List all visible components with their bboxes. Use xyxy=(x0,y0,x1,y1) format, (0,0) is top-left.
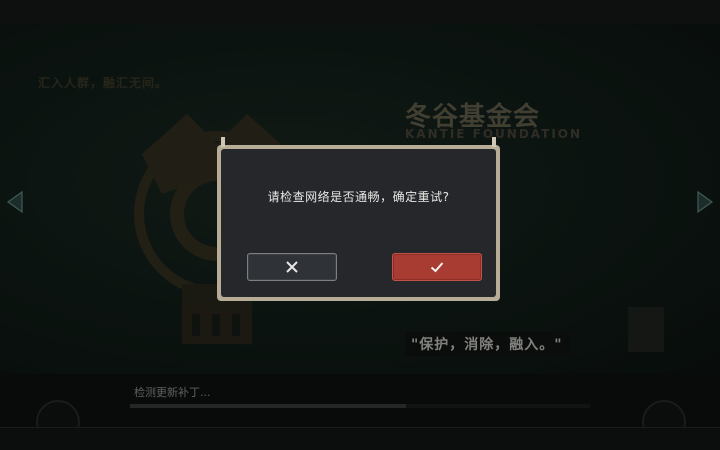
close-icon xyxy=(286,261,298,273)
game-screen: 汇入人群，融汇无间。 冬谷基金会 KANTIE FOUNDATION "保护，消… xyxy=(0,0,720,450)
dialog-body: 请检查网络是否通畅，确定重试? xyxy=(221,149,496,297)
dialog-message: 请检查网络是否通畅，确定重试? xyxy=(267,190,450,204)
cancel-button[interactable] xyxy=(247,253,337,281)
retry-dialog: 请检查网络是否通畅，确定重试? xyxy=(217,137,500,301)
hanger-pin xyxy=(221,137,225,147)
check-icon xyxy=(430,262,444,273)
hanger-pin xyxy=(492,137,496,147)
confirm-button[interactable] xyxy=(392,253,482,281)
